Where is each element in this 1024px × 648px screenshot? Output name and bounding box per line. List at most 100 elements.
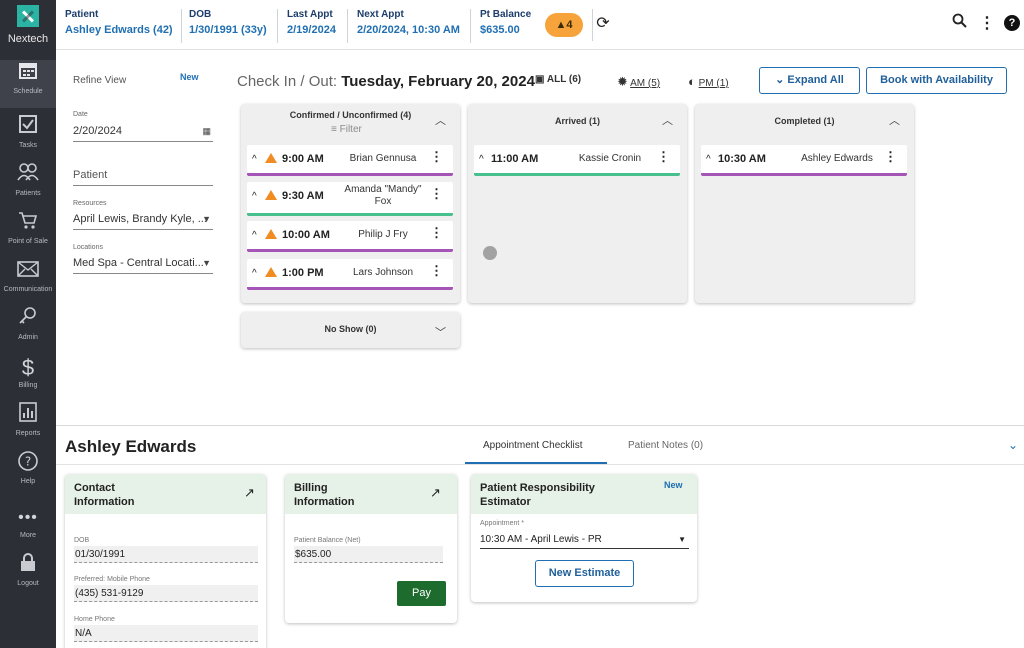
nav-label: Help: [20, 478, 36, 485]
dob-value: 01/30/1991: [74, 546, 258, 563]
chevron-up-icon[interactable]: ^: [252, 230, 257, 241]
nav-item-communication[interactable]: Communication: [0, 258, 56, 306]
chevron-up-icon[interactable]: ︿: [435, 112, 446, 128]
appointment-patient: Ashley Edwards: [801, 153, 873, 164]
new-estimate-button[interactable]: New Estimate: [535, 560, 634, 587]
kebab-menu-icon[interactable]: ⋮: [430, 187, 443, 200]
patient-balance-value: $635.00: [294, 546, 443, 563]
card-header: Patient Responsibility Estimator New: [471, 474, 697, 514]
filter-am[interactable]: ✹ AM (5): [617, 74, 660, 90]
chevron-up-icon[interactable]: ^: [252, 191, 257, 202]
nextech-logo-icon: [17, 5, 39, 27]
chevron-up-icon[interactable]: ^: [706, 154, 711, 165]
calendar-icon[interactable]: ▦: [202, 122, 211, 140]
home-phone-label: Home Phone: [74, 616, 115, 623]
people-icon: [0, 162, 56, 190]
chevron-up-icon[interactable]: ^: [252, 268, 257, 279]
help-icon: ?: [0, 450, 56, 478]
kebab-menu-icon[interactable]: ⋮: [884, 150, 897, 163]
expand-all-button[interactable]: ⌄ Expand All: [759, 67, 860, 94]
chevron-up-icon[interactable]: ^: [479, 154, 484, 165]
patient-balance-label: Patient Balance (Net): [294, 537, 361, 544]
nav-item-patients[interactable]: Patients: [0, 162, 56, 210]
appointment-card[interactable]: ^ 10:30 AM Ashley Edwards ⋮: [701, 145, 907, 176]
tab-patient-notes[interactable]: Patient Notes (0): [628, 440, 703, 451]
card-title-line: Information: [294, 496, 355, 508]
nav-item-point-of-sale[interactable]: Point of Sale: [0, 210, 56, 258]
appointment-card[interactable]: ^ 9:30 AM Amanda "Mandy" Fox ⋮: [247, 182, 453, 216]
kebab-menu-icon[interactable]: ⋮: [978, 13, 996, 33]
chevron-down-icon[interactable]: ﹀: [435, 324, 446, 340]
card-title: Contact Information: [74, 481, 135, 509]
card-title-line: Estimator: [480, 496, 531, 508]
pay-button[interactable]: Pay: [397, 581, 446, 606]
appointment-card[interactable]: ^ 9:00 AM Brian Gennusa ⋮: [247, 145, 453, 176]
refresh-icon[interactable]: ⟳: [594, 13, 612, 33]
tab-appointment-checklist[interactable]: Appointment Checklist: [483, 440, 583, 451]
refine-view-title: Refine View: [73, 75, 127, 86]
kebab-menu-icon[interactable]: ⋮: [657, 150, 670, 163]
header-balance-label: Pt Balance: [480, 9, 532, 20]
card-title: Billing Information: [294, 481, 355, 509]
column-no-show[interactable]: No Show (0) ﹀: [241, 312, 460, 348]
column-filter[interactable]: ≡ Filter: [331, 124, 362, 135]
filter-pm-label: PM (1): [698, 78, 729, 89]
active-tab-indicator: [465, 462, 607, 464]
appointment-select[interactable]: 10:30 AM - April Lewis - PR ▼: [480, 532, 689, 549]
filter-pm[interactable]: ◐ PM (1): [688, 74, 729, 89]
nav-item-billing[interactable]: $ Billing: [0, 354, 56, 402]
chevron-up-icon[interactable]: ︿: [662, 112, 673, 128]
appointment-card[interactable]: ^ 11:00 AM Kassie Cronin ⋮: [474, 145, 680, 176]
appointment-patient: Brian Gennusa: [349, 153, 417, 164]
brand-logo[interactable]: Nextech: [0, 0, 56, 50]
warning-icon: ▲: [555, 19, 567, 31]
appointment-patient: Lars Johnson: [352, 267, 414, 278]
nav-item-logout[interactable]: Logout: [0, 552, 56, 600]
chevron-up-icon[interactable]: ︿: [889, 112, 900, 128]
kebab-menu-icon[interactable]: ⋮: [430, 226, 443, 239]
kebab-menu-icon[interactable]: ⋮: [430, 264, 443, 277]
nav-item-tasks[interactable]: Tasks: [0, 114, 56, 162]
book-availability-button[interactable]: Book with Availability: [866, 67, 1007, 94]
nav-item-reports[interactable]: Reports: [0, 402, 56, 450]
card-title: Patient Responsibility Estimator: [480, 481, 595, 509]
new-badge: New: [664, 480, 683, 490]
locations-select[interactable]: Med Spa - Central Locati... ▼: [73, 254, 213, 274]
chevron-up-icon[interactable]: ^: [252, 154, 257, 165]
alerts-badge[interactable]: ▲4: [545, 13, 583, 37]
external-link-icon[interactable]: ↗: [430, 485, 441, 501]
header-patient[interactable]: Patient Ashley Edwards (42): [56, 9, 182, 43]
card-title-line: Patient Responsibility: [480, 482, 595, 494]
appointment-card[interactable]: ^ 1:00 PM Lars Johnson ⋮: [247, 259, 453, 290]
key-icon: [0, 306, 56, 334]
nav-item-schedule[interactable]: Schedule: [0, 60, 56, 108]
nav-label: Billing: [18, 382, 38, 389]
nav-label: Patients: [15, 190, 41, 197]
locations-value: Med Spa - Central Locati...: [73, 257, 204, 269]
chevron-down-icon[interactable]: ⌄: [1008, 438, 1018, 452]
resources-label: Resources: [73, 200, 107, 207]
appointment-card[interactable]: ^ 10:00 AM Philip J Fry ⋮: [247, 221, 453, 252]
nav-label: Reports: [15, 430, 41, 437]
date-input[interactable]: 2/20/2024 ▦: [73, 122, 213, 142]
warning-icon: [265, 229, 277, 239]
patient-input[interactable]: Patient: [73, 166, 213, 186]
filter-all[interactable]: ▣ ALL (6): [535, 74, 581, 85]
card-title-line: Information: [74, 496, 135, 508]
search-icon[interactable]: [950, 13, 968, 33]
external-link-icon[interactable]: ↗: [244, 485, 255, 501]
column-confirmed: Confirmed / Unconfirmed (4) ︿ ≡ Filter ^…: [241, 104, 460, 303]
kebab-menu-icon[interactable]: ⋮: [430, 150, 443, 163]
nav-item-more[interactable]: ••• More: [0, 504, 56, 552]
nav-item-help[interactable]: ? Help: [0, 450, 56, 498]
appointment-patient: Philip J Fry: [358, 229, 408, 240]
envelope-icon: [0, 258, 56, 286]
help-icon[interactable]: ?: [1004, 15, 1020, 31]
chart-icon: [0, 402, 56, 430]
header-patient-value[interactable]: Ashley Edwards (42): [65, 24, 181, 36]
card-title-line: Contact: [74, 482, 115, 494]
more-dots-icon: •••: [18, 509, 38, 526]
billing-information-card: Billing Information ↗ Patient Balance (N…: [285, 474, 457, 623]
nav-item-admin[interactable]: Admin: [0, 306, 56, 354]
resources-select[interactable]: April Lewis, Brandy Kyle, ... ▼: [73, 210, 213, 230]
